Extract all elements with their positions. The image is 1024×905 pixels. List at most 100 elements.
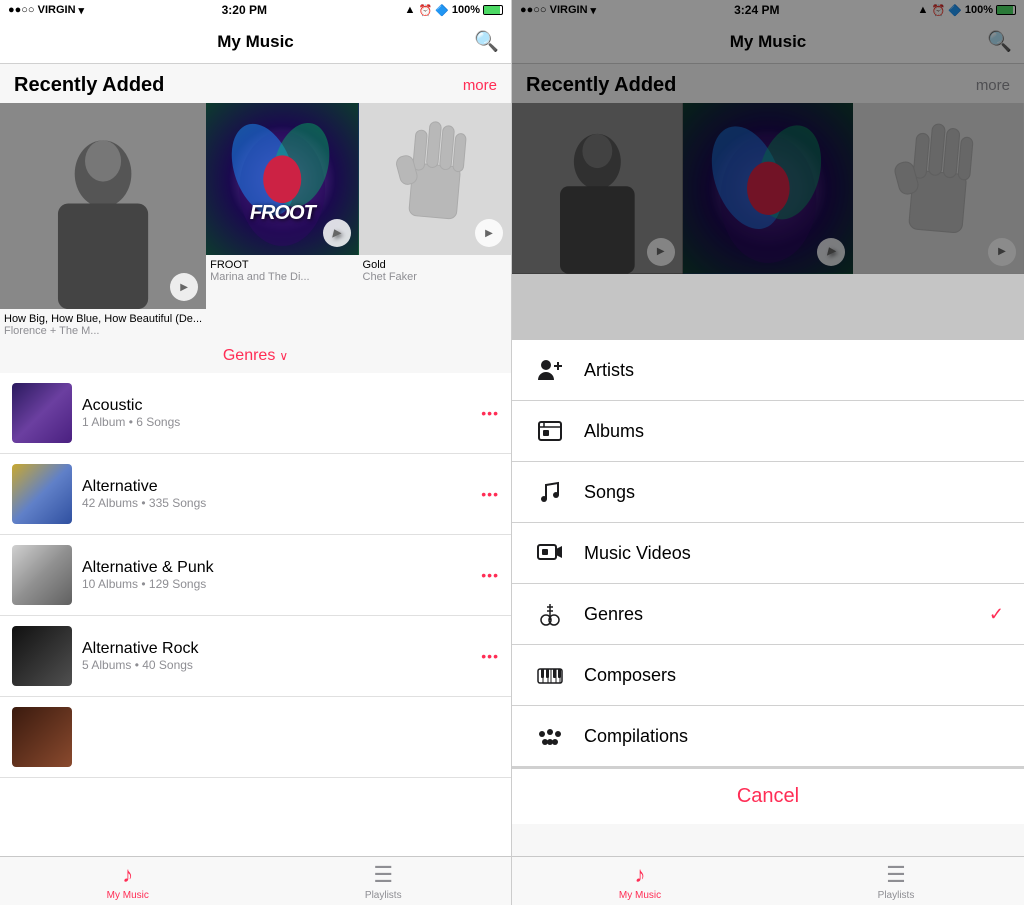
left-genre-dots-acoustic[interactable]: ••• [481,405,499,421]
artists-icon [532,352,568,388]
battery-text: 100% [452,4,480,16]
left-genre-row-alt-punk[interactable]: Alternative & Punk 10 Albums • 129 Songs… [0,535,511,616]
left-genre-selector[interactable]: Genres ∨ [0,339,511,373]
carrier-text: ●●○○ VIRGIN [8,4,76,16]
genres-checkmark-icon: ✓ [989,604,1004,625]
right-tab-my-music[interactable]: ♪ My Music [512,857,768,905]
left-genre-sub-alternative: 42 Albums • 335 Songs [82,496,481,510]
left-genre-row-partial[interactable] [0,697,511,778]
overlay-dimmed-bg [512,0,1024,340]
battery-indicator [483,5,503,15]
cancel-button[interactable]: Cancel [512,767,1024,824]
left-genre-dots-alt-punk[interactable]: ••• [481,567,499,583]
left-album-name-florence: How Big, How Blue, How Beautiful (De... [4,313,202,325]
location-icon: ▲ [405,4,416,16]
left-genre-text-alternative: Alternative 42 Albums • 335 Songs [82,478,481,510]
right-my-music-label: My Music [619,890,661,901]
sheet-item-composers[interactable]: Composers [512,645,1024,706]
left-album-chet[interactable]: ▶ Gold Chet Faker [359,103,511,339]
left-album-info-chet: Gold Chet Faker [359,255,511,285]
left-genre-chevron-icon: ∨ [279,349,288,363]
left-album-marina[interactable]: FROOT ▶ FROOT Marina and The Di... [206,103,358,339]
sheet-label-songs: Songs [584,482,1004,503]
left-cover-chet: ▶ [359,103,511,255]
left-genre-text-alt-punk: Alternative & Punk 10 Albums • 129 Songs [82,559,481,591]
right-tab-playlists[interactable]: ☰ Playlists [768,857,1024,905]
sheet-label-artists: Artists [584,360,1004,381]
left-right-status: ▲ ⏰ 🔷 100% [405,4,503,17]
right-panel: ●●○○ VIRGIN ▾ 3:24 PM ▲ ⏰ 🔷 100% My Musi… [512,0,1024,905]
left-carrier: ●●○○ VIRGIN ▾ [8,4,84,17]
left-genre-row-alternative[interactable]: Alternative 42 Albums • 335 Songs ••• [0,454,511,535]
left-tab-my-music[interactable]: ♪ My Music [0,857,256,905]
sheet-label-albums: Albums [584,421,1004,442]
left-genre-name-alt-rock: Alternative Rock [82,640,481,658]
sheet-item-genres[interactable]: Genres ✓ [512,584,1024,645]
left-playlists-icon: ☰ [373,862,393,888]
left-album-info-marina: FROOT Marina and The Di... [206,255,358,285]
left-album-artist-florence: Florence + The M... [4,325,202,337]
left-my-music-icon: ♪ [122,862,133,888]
left-genre-text-acoustic: Acoustic 1 Album • 6 Songs [82,397,481,429]
left-playlists-label: Playlists [365,890,402,901]
left-album-row: ▶ How Big, How Blue, How Beautiful (De..… [0,103,511,339]
left-genre-dots-alt-rock[interactable]: ••• [481,648,499,664]
left-genre-list: Acoustic 1 Album • 6 Songs ••• Alternati… [0,373,511,856]
marina-text-overlay: FROOT [206,199,358,225]
left-play-florence[interactable]: ▶ [170,273,198,301]
alarm-icon: ⏰ [418,4,432,17]
marina-froot-text: FROOT [250,202,315,224]
left-search-button[interactable]: 🔍 [474,29,499,54]
action-sheet: Artists Albums [512,340,1024,824]
left-album-info-florence: How Big, How Blue, How Beautiful (De... … [0,309,206,339]
sheet-item-artists[interactable]: Artists [512,340,1024,401]
left-album-name-chet: Gold [363,259,507,271]
left-status-bar: ●●○○ VIRGIN ▾ 3:20 PM ▲ ⏰ 🔷 100% [0,0,511,20]
left-album-artist-marina: Marina and The Di... [210,271,354,283]
sheet-item-songs[interactable]: Songs [512,462,1024,523]
left-genre-thumb-alt-punk [12,545,72,605]
albums-icon [532,413,568,449]
left-album-name-marina: FROOT [210,259,354,271]
right-my-music-icon: ♪ [635,862,646,888]
sheet-label-composers: Composers [584,665,1004,686]
left-genre-thumb-acoustic [12,383,72,443]
composers-icon [532,657,568,693]
left-genre-dots-alternative[interactable]: ••• [481,486,499,502]
left-my-music-label: My Music [107,890,149,901]
left-genre-thumb-alt-rock [12,626,72,686]
left-recently-added-title: Recently Added [14,74,164,97]
sheet-label-genres: Genres [584,604,981,625]
left-cover-marina: FROOT ▶ [206,103,358,255]
left-genre-row-acoustic[interactable]: Acoustic 1 Album • 6 Songs ••• [0,373,511,454]
left-time: 3:20 PM [222,3,267,17]
left-genre-name-alternative: Alternative [82,478,481,496]
left-album-artist-chet: Chet Faker [363,271,507,283]
left-genre-sub-acoustic: 1 Album • 6 Songs [82,415,481,429]
left-tab-playlists[interactable]: ☰ Playlists [256,857,512,905]
left-genre-row-alt-rock[interactable]: Alternative Rock 5 Albums • 40 Songs ••• [0,616,511,697]
left-genre-label: Genres [223,347,275,365]
left-more-button[interactable]: more [463,77,497,94]
sheet-item-compilations[interactable]: Compilations [512,706,1024,767]
left-genre-thumb-alternative [12,464,72,524]
right-action-sheet-overlay: Artists Albums [512,0,1024,905]
songs-icon [532,474,568,510]
sheet-item-albums[interactable]: Albums [512,401,1024,462]
left-genre-sub-alt-punk: 10 Albums • 129 Songs [82,577,481,591]
left-tab-bar: ♪ My Music ☰ Playlists [0,856,511,905]
left-recently-added-header: Recently Added more [0,64,511,103]
right-tab-bar: ♪ My Music ☰ Playlists [512,856,1024,905]
left-genre-sub-alt-rock: 5 Albums • 40 Songs [82,658,481,672]
sheet-label-compilations: Compilations [584,726,1004,747]
music-videos-icon [532,535,568,571]
left-album-florence[interactable]: ▶ How Big, How Blue, How Beautiful (De..… [0,103,206,339]
left-nav-bar: My Music 🔍 [0,20,511,64]
right-playlists-icon: ☰ [886,862,906,888]
wifi-icon: ▾ [79,4,85,17]
left-panel: ●●○○ VIRGIN ▾ 3:20 PM ▲ ⏰ 🔷 100% My Musi… [0,0,512,905]
genres-icon [532,596,568,632]
sheet-label-music-videos: Music Videos [584,543,1004,564]
bluetooth-icon: 🔷 [435,4,449,17]
sheet-item-music-videos[interactable]: Music Videos [512,523,1024,584]
